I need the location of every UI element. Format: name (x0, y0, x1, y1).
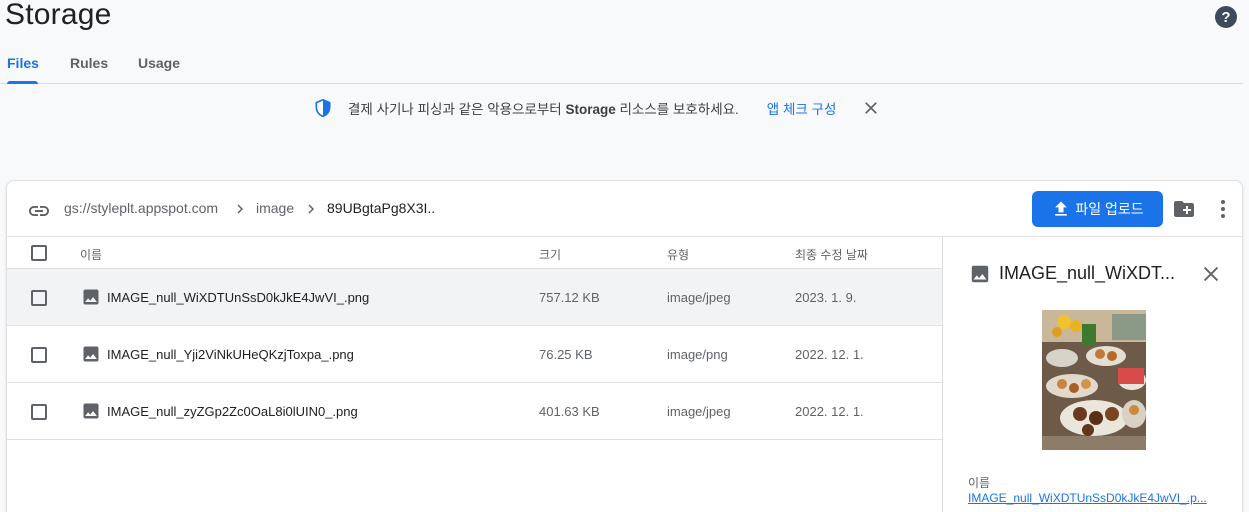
card-header: gs://styleplt.appspot.com image 89UBgtaP… (7, 181, 1242, 237)
image-file-icon (83, 289, 99, 305)
shield-icon (315, 98, 331, 118)
banner-message-post: 리소스를 보호하세요. (615, 102, 739, 117)
files-card: gs://styleplt.appspot.com image 89UBgtaP… (6, 180, 1243, 512)
banner-message-pre: 결제 사기나 피싱과 같은 악용으로부터 (348, 102, 566, 117)
banner-message: 결제 사기나 피싱과 같은 악용으로부터 Storage 리소스를 보호하세요. (348, 98, 739, 118)
header-size[interactable]: 크기 (539, 246, 561, 263)
file-detail-panel: IMAGE_null_WiXDT... 이름 IMAGE_null_WiXDTU… (943, 237, 1242, 512)
header-type[interactable]: 유형 (667, 246, 689, 263)
detail-name-link[interactable]: IMAGE_null_WiXDTUnSsD0kJkE4JwVI_.p... (968, 491, 1207, 505)
upload-icon (1055, 201, 1068, 216)
header-name[interactable]: 이름 (80, 246, 102, 263)
row-checkbox[interactable] (31, 290, 47, 306)
breadcrumb-bucket[interactable]: gs://styleplt.appspot.com (64, 200, 218, 216)
tab-usage[interactable]: Usage (138, 55, 180, 71)
file-type: image/jpeg (667, 404, 731, 419)
image-file-icon (83, 403, 99, 419)
file-name[interactable]: IMAGE_null_Yji2ViNkUHeQKzjToxpa_.png (107, 347, 354, 362)
image-preview (1042, 310, 1146, 450)
select-all-checkbox[interactable] (31, 245, 47, 261)
detail-title: IMAGE_null_WiXDT... (999, 263, 1176, 283)
create-folder-icon[interactable] (1172, 197, 1196, 221)
upload-file-button[interactable]: 파일 업로드 (1032, 191, 1163, 227)
upload-file-label: 파일 업로드 (1075, 201, 1144, 217)
image-preview-photo (1042, 310, 1146, 450)
app-check-banner: 결제 사기나 피싱과 같은 악용으로부터 Storage 리소스를 보호하세요.… (313, 96, 880, 120)
file-size: 76.25 KB (539, 347, 593, 362)
file-name[interactable]: IMAGE_null_zyZGp2Zc0OaL8i0lUIN0_.png (107, 404, 358, 419)
active-tab-indicator (7, 81, 38, 84)
file-modified: 2023. 1. 9. (795, 290, 857, 305)
row-checkbox[interactable] (31, 347, 47, 363)
header-modified[interactable]: 최종 수정 날짜 (795, 246, 868, 263)
table-header: 이름 크기 유형 최종 수정 날짜 (7, 237, 942, 269)
help-icon[interactable]: ? (1215, 6, 1237, 28)
breadcrumb-folder[interactable]: image (256, 200, 294, 216)
table-row[interactable]: IMAGE_null_Yji2ViNkUHeQKzjToxpa_.png 76.… (7, 326, 942, 383)
image-file-icon (83, 346, 99, 362)
file-modified: 2022. 12. 1. (795, 404, 864, 419)
banner-message-bold: Storage (565, 102, 616, 117)
close-icon[interactable] (862, 99, 880, 117)
detail-name-label: 이름 (968, 476, 991, 490)
file-modified: 2022. 12. 1. (795, 347, 864, 362)
close-icon[interactable] (1200, 263, 1222, 285)
table-row[interactable]: IMAGE_null_WiXDTUnSsD0kJkE4JwVI_.png 757… (7, 269, 942, 326)
image-file-icon (971, 265, 989, 283)
app-check-link[interactable]: 앱 체크 구성 (767, 98, 837, 118)
chevron-right-icon (237, 204, 244, 214)
row-checkbox[interactable] (31, 404, 47, 420)
file-size: 401.63 KB (539, 404, 600, 419)
file-size: 757.12 KB (539, 290, 600, 305)
tab-files[interactable]: Files (7, 55, 39, 71)
tab-bar: Files Rules Usage (0, 50, 1243, 84)
chevron-right-icon (308, 204, 315, 214)
table-row[interactable]: IMAGE_null_zyZGp2Zc0OaL8i0lUIN0_.png 401… (7, 383, 942, 440)
more-vert-icon[interactable] (1211, 197, 1235, 221)
link-icon[interactable] (27, 199, 51, 223)
file-type: image/png (667, 347, 728, 362)
breadcrumb-current: 89UBgtaPg8X3I.. (327, 200, 436, 216)
file-type: image/jpeg (667, 290, 731, 305)
page-title: Storage (5, 0, 112, 31)
file-name[interactable]: IMAGE_null_WiXDTUnSsD0kJkE4JwVI_.png (107, 290, 369, 305)
files-table: 이름 크기 유형 최종 수정 날짜 IMAGE_null_WiXDTUnSsD0… (7, 237, 942, 440)
tab-rules[interactable]: Rules (70, 55, 108, 71)
